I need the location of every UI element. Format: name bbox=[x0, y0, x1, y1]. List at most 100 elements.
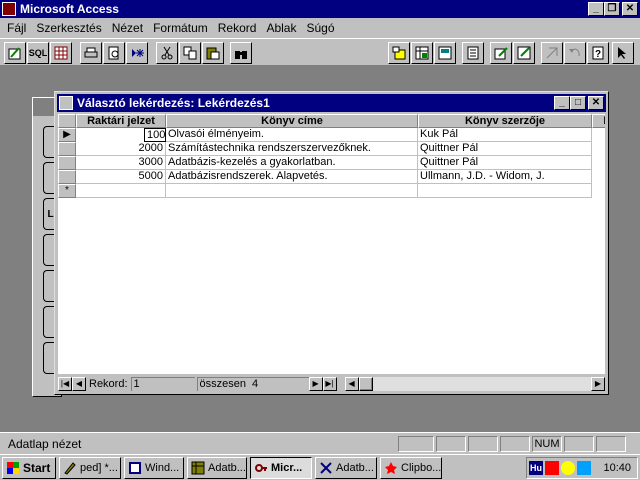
cell-new-raktari-jelzet[interactable] bbox=[76, 184, 166, 198]
query-type-button[interactable] bbox=[411, 42, 433, 64]
cell-konyv-cime[interactable]: Adatbázisrendszerek. Alapvetés. bbox=[166, 170, 418, 184]
cell-raktari-jelzet[interactable]: 1000 bbox=[144, 128, 166, 142]
horizontal-scrollbar[interactable] bbox=[358, 376, 591, 391]
datasheet-view-button[interactable] bbox=[50, 42, 72, 64]
cell-new-konyv-cime[interactable] bbox=[166, 184, 418, 198]
cell-konyv-szerzoje[interactable]: Kuk Pál bbox=[418, 128, 592, 142]
query-icon[interactable] bbox=[59, 96, 73, 110]
hscroll-thumb[interactable] bbox=[358, 376, 373, 391]
cell-raktari-jelzet[interactable]: 5000 bbox=[76, 170, 166, 184]
totals-button[interactable] bbox=[434, 42, 456, 64]
start-button[interactable]: Start bbox=[2, 456, 56, 479]
show-table-icon bbox=[392, 46, 406, 60]
cell-konyv-cime[interactable]: Számítástechnika rendszerszervezőknek. bbox=[166, 142, 418, 156]
app-restore-button[interactable]: ❐ bbox=[604, 2, 620, 16]
menu-record[interactable]: Rekord bbox=[213, 21, 262, 35]
query-window-title: Választó lekérdezés: Lekérdezés1 bbox=[77, 96, 270, 110]
clock[interactable]: 10:40 bbox=[603, 462, 631, 474]
record-selector[interactable] bbox=[58, 170, 76, 184]
show-table-button[interactable] bbox=[388, 42, 410, 64]
properties-button[interactable] bbox=[462, 42, 484, 64]
taskbar-item[interactable]: Clipbo... bbox=[380, 456, 442, 479]
previous-record-button[interactable]: ◀ bbox=[72, 376, 86, 391]
menu-window[interactable]: Ablak bbox=[261, 21, 301, 35]
clipboard-icon bbox=[385, 461, 397, 474]
record-number-field[interactable]: 1 bbox=[130, 376, 195, 391]
first-record-button[interactable]: |◀ bbox=[58, 376, 72, 391]
access-key-icon bbox=[255, 463, 267, 472]
select-all-corner[interactable] bbox=[58, 114, 76, 128]
hscroll-right-button[interactable]: ▶ bbox=[591, 376, 605, 391]
taskbar-item[interactable]: Adatb... bbox=[315, 456, 377, 479]
tray-blue-icon[interactable] bbox=[577, 461, 591, 475]
query-window-controls: _ □ ✕ bbox=[554, 96, 604, 110]
query-maximize-button[interactable]: □ bbox=[570, 96, 586, 110]
tray-red-icon[interactable] bbox=[545, 461, 559, 475]
cell-konyv-szerzoje[interactable]: Ullmann, J.D. - Widom, J. bbox=[418, 170, 592, 184]
query-type-icon bbox=[415, 46, 429, 60]
record-selector[interactable] bbox=[58, 156, 76, 170]
menu-view[interactable]: Nézet bbox=[107, 21, 148, 35]
database-window-button[interactable] bbox=[513, 42, 535, 64]
undo-button[interactable] bbox=[564, 42, 586, 64]
print-button[interactable] bbox=[80, 42, 102, 64]
column-header-konyv-cime[interactable]: Könyv címe bbox=[166, 114, 418, 128]
new-record-button[interactable] bbox=[126, 42, 148, 64]
sql-view-button[interactable]: SQL bbox=[27, 42, 49, 64]
new-record-icon bbox=[132, 49, 144, 57]
help-button[interactable]: ? bbox=[587, 42, 609, 64]
print-preview-button[interactable] bbox=[103, 42, 125, 64]
app-titlebar[interactable]: Microsoft Access _ ❐ ✕ bbox=[0, 0, 640, 18]
column-header-p[interactable]: P bbox=[592, 114, 605, 128]
copy-button[interactable] bbox=[179, 42, 201, 64]
cell-raktari-jelzet[interactable]: 3000 bbox=[76, 156, 166, 170]
record-selector-current[interactable]: ▶ bbox=[58, 128, 76, 142]
app-close-button[interactable]: ✕ bbox=[622, 2, 638, 16]
cell-new-konyv-szerzoje[interactable] bbox=[418, 184, 592, 198]
taskbar-item[interactable]: Wind... bbox=[124, 456, 184, 479]
query-close-button[interactable]: ✕ bbox=[588, 96, 604, 110]
last-record-button[interactable]: ▶| bbox=[322, 376, 337, 391]
column-header-raktari-jelzet[interactable]: Raktári jelzet bbox=[76, 114, 166, 128]
cell-konyv-cime[interactable]: Olvasói élményeim. bbox=[166, 128, 418, 142]
taskbar-item[interactable]: Adatb... bbox=[187, 456, 247, 479]
next-record-button[interactable]: ▶ bbox=[308, 376, 323, 391]
paste-button[interactable] bbox=[202, 42, 224, 64]
query-window-titlebar[interactable]: Választó lekérdezés: Lekérdezés1 _ □ ✕ bbox=[57, 94, 606, 112]
menu-help[interactable]: Súgó bbox=[301, 21, 339, 35]
svg-text:?: ? bbox=[595, 49, 601, 60]
cut-button[interactable] bbox=[156, 42, 178, 64]
language-indicator[interactable]: Hu bbox=[529, 461, 543, 475]
cell-konyv-szerzoje[interactable]: Quittner Pál bbox=[418, 156, 592, 170]
cell-konyv-cime[interactable]: Adatbázis-kezelés a gyakorlatban. bbox=[166, 156, 418, 170]
new-object-button[interactable] bbox=[541, 42, 563, 64]
cell-konyv-szerzoje[interactable]: Quittner Pál bbox=[418, 142, 592, 156]
find-button[interactable] bbox=[230, 42, 252, 64]
column-header-konyv-szerzoje[interactable]: Könyv szerzője bbox=[418, 114, 592, 128]
taskbar-item[interactable]: ped] *... bbox=[59, 456, 121, 479]
tray-yellow-icon[interactable] bbox=[561, 461, 575, 475]
help-arrow-icon bbox=[618, 47, 626, 59]
menu-edit[interactable]: Szerkesztés bbox=[31, 21, 106, 35]
query-window[interactable]: Választó lekérdezés: Lekérdezés1 _ □ ✕ R… bbox=[54, 91, 609, 395]
binoculars-icon bbox=[235, 51, 247, 59]
datasheet-grid[interactable]: Raktári jelzet Könyv címe Könyv szerzője… bbox=[58, 114, 605, 374]
cell-raktari-jelzet[interactable]: 2000 bbox=[76, 142, 166, 156]
context-help-button[interactable] bbox=[612, 42, 634, 64]
menu-file[interactable]: Fájl bbox=[2, 21, 31, 35]
query-minimize-button[interactable]: _ bbox=[554, 96, 570, 110]
totals-icon bbox=[438, 46, 452, 60]
record-selector-new[interactable]: * bbox=[58, 184, 76, 198]
print-preview-icon bbox=[108, 46, 119, 60]
app-minimize-button[interactable]: _ bbox=[588, 2, 604, 16]
status-text: Adatlap nézet bbox=[8, 436, 82, 451]
menu-format[interactable]: Formátum bbox=[148, 21, 213, 35]
access-app-icon[interactable] bbox=[2, 2, 16, 16]
build-button[interactable] bbox=[490, 42, 512, 64]
hscroll-left-button[interactable]: ◀ bbox=[344, 376, 359, 391]
taskbar-item-label: Micr... bbox=[271, 461, 303, 474]
design-view-button[interactable] bbox=[4, 42, 26, 64]
record-selector[interactable] bbox=[58, 142, 76, 156]
taskbar-item-active[interactable]: Micr... bbox=[250, 456, 312, 479]
database-icon bbox=[191, 461, 205, 474]
